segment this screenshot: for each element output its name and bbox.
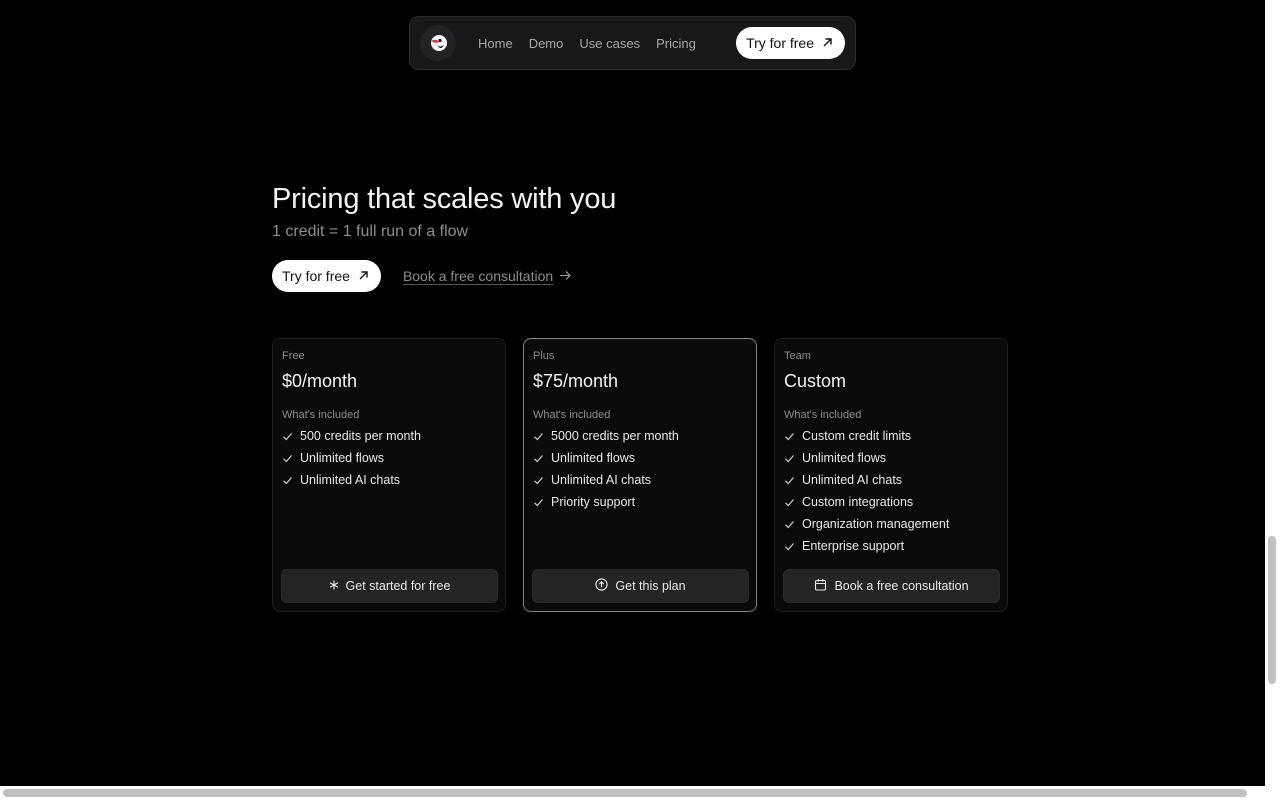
nav-try-free-label: Try for free [746, 35, 814, 51]
plan-card-free: Free $0/month What's included 500 credit… [272, 338, 506, 612]
feature-label: Unlimited flows [802, 451, 887, 465]
check-icon [784, 431, 795, 442]
button-label: Get this plan [615, 579, 686, 593]
feature-item: Unlimited AI chats [533, 469, 748, 491]
included-heading: What's included [533, 409, 611, 421]
logo-icon[interactable] [420, 25, 456, 61]
feature-item: Unlimited AI chats [784, 469, 999, 491]
button-label: Book a free consultation [834, 579, 969, 593]
feature-item: Enterprise support [784, 535, 999, 557]
feature-label: Unlimited flows [300, 451, 385, 465]
plan-price: $0/month [282, 371, 358, 391]
nav-links: Home Demo Use cases Pricing [478, 36, 736, 51]
horizontal-scrollbar[interactable] [0, 786, 1280, 800]
check-icon [784, 475, 795, 486]
feature-list: 500 credits per month Unlimited flows Un… [282, 425, 497, 491]
hero-try-free-button[interactable]: Try for free [272, 260, 381, 292]
feature-item: Unlimited flows [784, 447, 999, 469]
feature-label: Unlimited flows [551, 451, 636, 465]
plan-price: $75/month [533, 371, 619, 391]
feature-label: Enterprise support [802, 539, 905, 553]
pricing-hero: Pricing that scales with you 1 credit = … [272, 180, 1012, 292]
check-icon [533, 453, 544, 464]
button-label: Get started for free [345, 579, 451, 593]
check-icon [533, 497, 544, 508]
hero-try-free-label: Try for free [282, 268, 350, 284]
feature-label: Unlimited AI chats [300, 473, 401, 487]
feature-list: Custom credit limits Unlimited flows Unl… [784, 425, 999, 557]
plan-name: Plus [533, 350, 555, 362]
plan-name: Free [282, 350, 305, 362]
check-icon [282, 453, 293, 464]
included-heading: What's included [784, 409, 862, 421]
feature-label: Custom integrations [802, 495, 914, 509]
check-icon [533, 431, 544, 442]
nav-link-home[interactable]: Home [478, 36, 513, 51]
page-subtitle: 1 credit = 1 full run of a flow [272, 223, 469, 240]
check-icon [784, 497, 795, 508]
feature-item: Unlimited AI chats [282, 469, 497, 491]
feature-label: 5000 credits per month [551, 429, 679, 443]
feature-item: Custom integrations [784, 491, 999, 513]
plan-card-plus: Plus $75/month What's included 5000 cred… [523, 338, 757, 612]
page-title: Pricing that scales with you [272, 183, 617, 215]
pricing-cards: Free $0/month What's included 500 credit… [272, 338, 1008, 612]
hero-actions: Try for free Book a free consultation [272, 260, 1012, 292]
asterisk-icon [329, 579, 339, 593]
horizontal-scrollbar-thumb[interactable] [3, 789, 1247, 797]
feature-item: Priority support [533, 491, 748, 513]
feature-label: Priority support [551, 495, 636, 509]
feature-item: Unlimited flows [533, 447, 748, 469]
feature-label: Organization management [802, 517, 950, 531]
get-started-free-button[interactable]: Get started for free [281, 569, 498, 603]
arrow-up-circle-icon [595, 578, 609, 594]
check-icon [533, 475, 544, 486]
feature-list: 5000 credits per month Unlimited flows U… [533, 425, 748, 513]
get-this-plan-button[interactable]: Get this plan [532, 569, 749, 603]
check-icon [282, 431, 293, 442]
feature-item: Organization management [784, 513, 999, 535]
nav-link-use-cases[interactable]: Use cases [579, 36, 640, 51]
check-icon [282, 475, 293, 486]
check-icon [784, 453, 795, 464]
book-consultation-label: Book a free consultation [402, 268, 554, 284]
calendar-icon [814, 578, 827, 594]
plan-price: Custom [784, 371, 847, 391]
arrow-up-right-icon [822, 35, 833, 51]
feature-item: Unlimited flows [282, 447, 497, 469]
feature-item: Custom credit limits [784, 425, 999, 447]
arrow-up-right-icon [358, 268, 369, 284]
feature-item: 5000 credits per month [533, 425, 748, 447]
feature-label: Unlimited AI chats [802, 473, 903, 487]
feature-label: 500 credits per month [300, 429, 421, 443]
nav-link-demo[interactable]: Demo [529, 36, 564, 51]
plan-name: Team [784, 350, 811, 362]
nav-try-free-button[interactable]: Try for free [736, 27, 845, 59]
book-consultation-button[interactable]: Book a free consultation [783, 569, 1000, 603]
check-icon [784, 541, 795, 552]
top-nav: Home Demo Use cases Pricing Try for free [409, 16, 856, 70]
included-heading: What's included [282, 409, 360, 421]
vertical-scrollbar[interactable] [1265, 0, 1280, 786]
feature-label: Custom credit limits [802, 429, 912, 443]
book-consultation-link[interactable]: Book a free consultation [403, 268, 572, 284]
arrow-right-icon [559, 268, 572, 284]
vertical-scrollbar-thumb[interactable] [1268, 536, 1276, 684]
feature-label: Unlimited AI chats [551, 473, 652, 487]
feature-item: 500 credits per month [282, 425, 497, 447]
check-icon [784, 519, 795, 530]
plan-card-team: Team Custom What's included Custom credi… [774, 338, 1008, 612]
nav-link-pricing[interactable]: Pricing [656, 36, 696, 51]
